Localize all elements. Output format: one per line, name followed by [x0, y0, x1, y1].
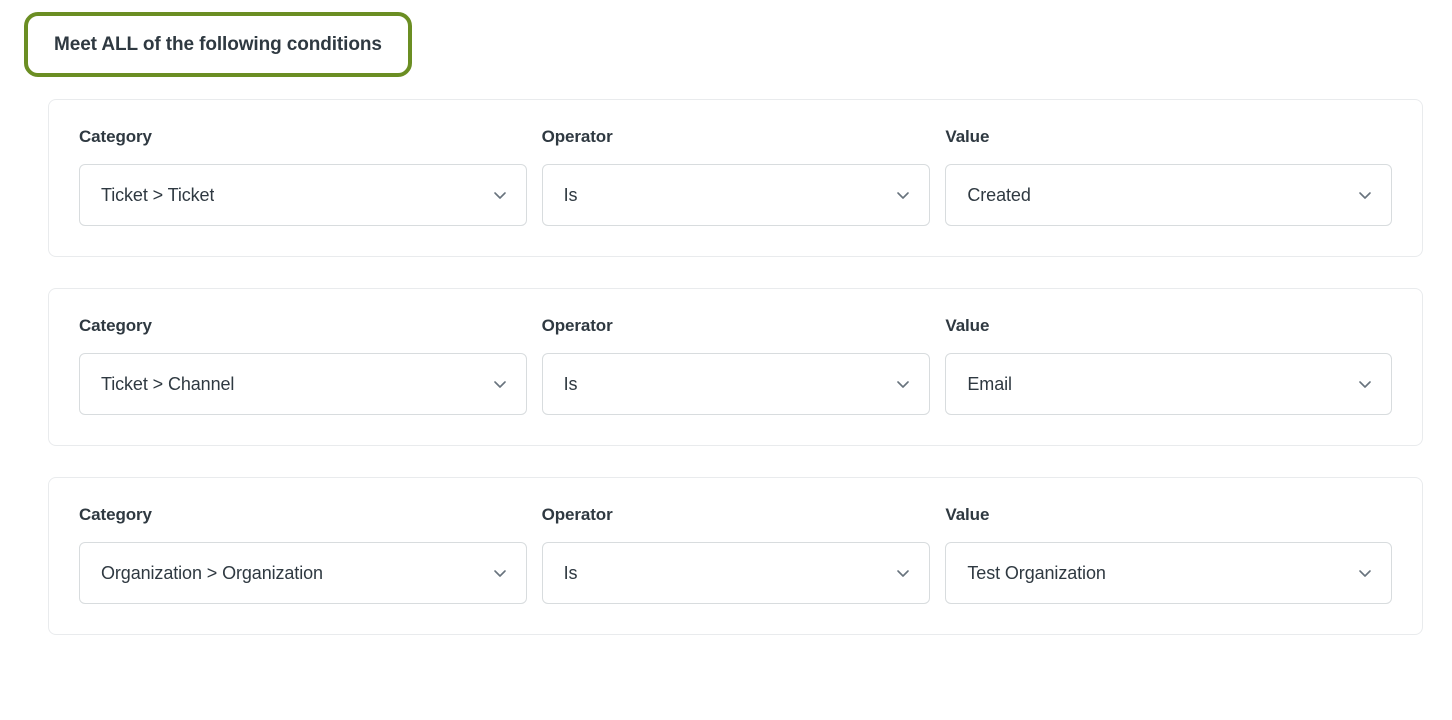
category-field: Category Ticket > Ticket	[79, 126, 527, 226]
category-select-value: Organization > Organization	[101, 563, 323, 583]
conditions-builder-page: Meet ALL of the following conditions Cat…	[0, 0, 1452, 720]
category-select[interactable]: Organization > Organization	[79, 542, 527, 604]
condition-card: Category Ticket > Channel Operator Is Va…	[48, 288, 1423, 446]
chevron-down-icon	[894, 186, 912, 204]
value-select[interactable]: Created	[945, 164, 1392, 226]
category-label: Category	[79, 505, 152, 524]
chevron-down-icon	[894, 375, 912, 393]
value-select[interactable]: Test Organization	[945, 542, 1392, 604]
value-select-value: Created	[967, 185, 1031, 205]
value-select-value: Email	[967, 374, 1012, 394]
value-field: Value Test Organization	[945, 504, 1392, 604]
category-select[interactable]: Ticket > Ticket	[79, 164, 527, 226]
operator-field: Operator Is	[541, 126, 931, 226]
operator-select[interactable]: Is	[541, 542, 931, 604]
value-select[interactable]: Email	[945, 353, 1392, 415]
chevron-down-icon	[491, 375, 509, 393]
value-field: Value Created	[945, 126, 1392, 226]
value-label: Value	[945, 316, 990, 335]
category-label: Category	[79, 316, 152, 335]
category-field: Category Organization > Organization	[79, 504, 527, 604]
value-label: Value	[945, 127, 990, 146]
conditions-header-title: Meet ALL of the following conditions	[54, 33, 382, 55]
operator-field: Operator Is	[541, 504, 931, 604]
conditions-header: Meet ALL of the following conditions	[24, 12, 412, 77]
chevron-down-icon	[491, 564, 509, 582]
category-field: Category Ticket > Channel	[79, 315, 527, 415]
condition-row: Category Ticket > Channel Operator Is Va…	[79, 315, 1392, 415]
operator-select-value: Is	[563, 374, 578, 394]
chevron-down-icon	[1356, 564, 1374, 582]
operator-select-value: Is	[563, 563, 578, 583]
value-select-value: Test Organization	[967, 563, 1106, 583]
operator-select[interactable]: Is	[541, 164, 931, 226]
chevron-down-icon	[491, 186, 509, 204]
operator-select-value: Is	[563, 185, 578, 205]
category-select[interactable]: Ticket > Channel	[79, 353, 527, 415]
condition-row: Category Ticket > Ticket Operator Is Val…	[79, 126, 1392, 226]
value-field: Value Email	[945, 315, 1392, 415]
condition-card: Category Ticket > Ticket Operator Is Val…	[48, 99, 1423, 257]
chevron-down-icon	[1356, 375, 1374, 393]
chevron-down-icon	[1356, 186, 1374, 204]
conditions-header-highlight: Meet ALL of the following conditions	[24, 12, 412, 77]
condition-row: Category Organization > Organization Ope…	[79, 504, 1392, 604]
value-label: Value	[945, 505, 990, 524]
category-select-value: Ticket > Channel	[101, 374, 235, 394]
conditions-list: Category Ticket > Ticket Operator Is Val…	[48, 99, 1423, 666]
operator-label: Operator	[541, 316, 613, 335]
category-label: Category	[79, 127, 152, 146]
category-select-value: Ticket > Ticket	[101, 185, 215, 205]
operator-label: Operator	[541, 505, 613, 524]
operator-label: Operator	[541, 127, 613, 146]
operator-field: Operator Is	[541, 315, 931, 415]
condition-card: Category Organization > Organization Ope…	[48, 477, 1423, 635]
operator-select[interactable]: Is	[541, 353, 931, 415]
chevron-down-icon	[894, 564, 912, 582]
